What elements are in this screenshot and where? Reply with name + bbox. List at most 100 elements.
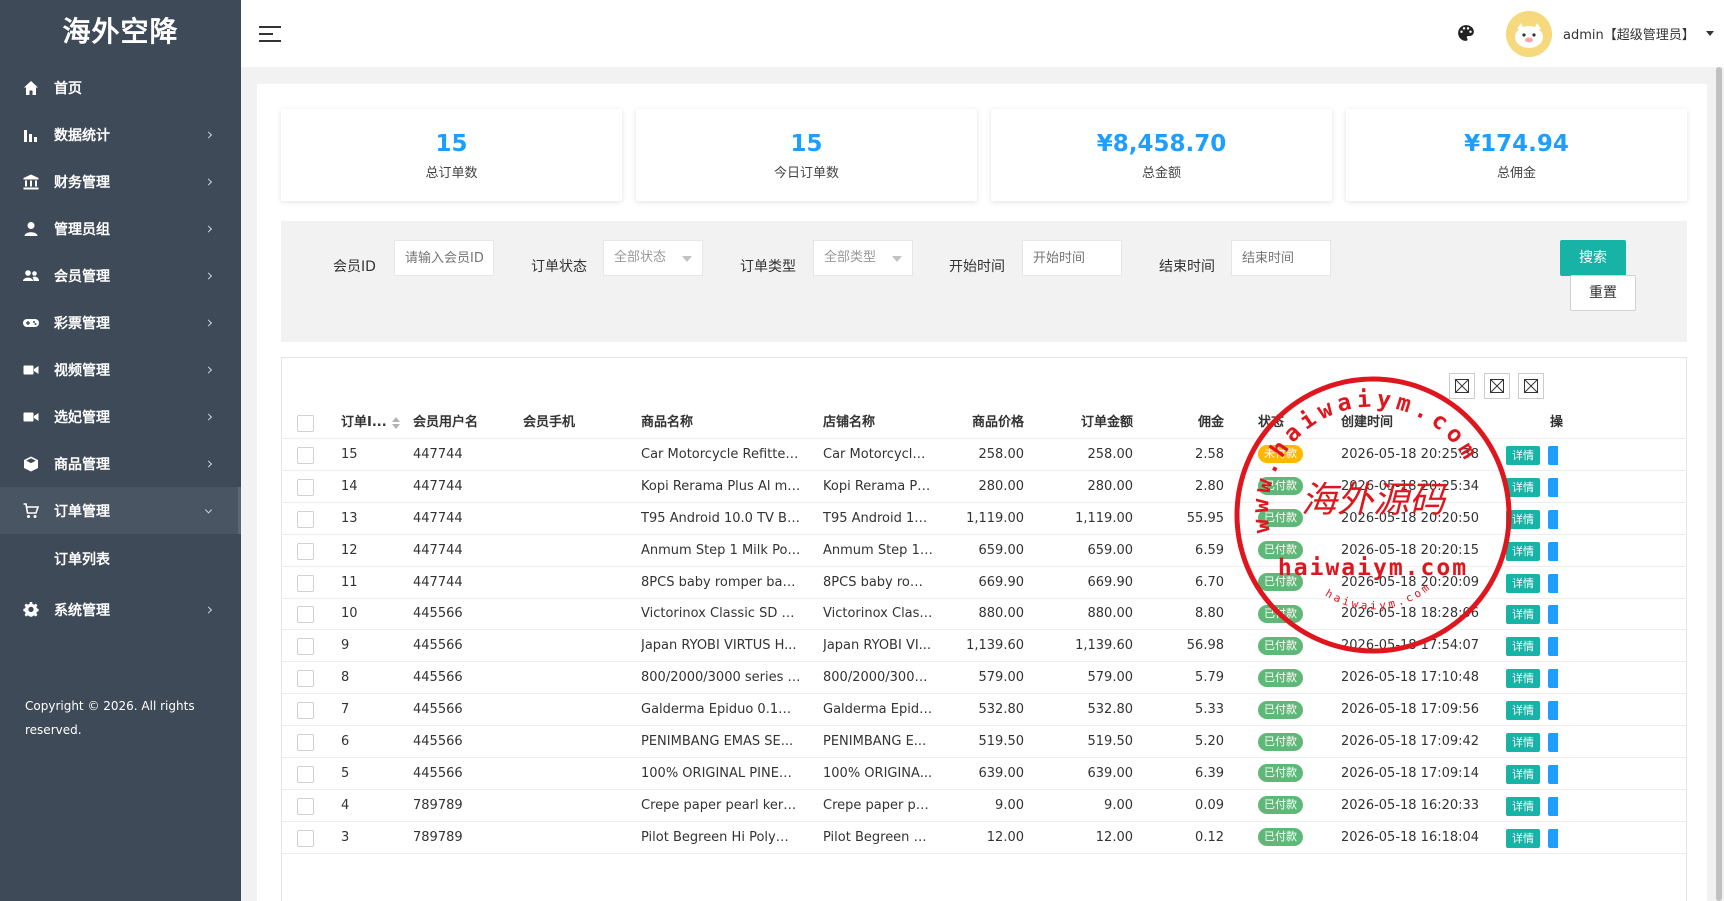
- table-row[interactable]: 9 445566 Japan RYOBI VIRTUS H... Japan RYOB…: [282, 630, 1686, 663]
- sidebar-item-4[interactable]: 会员管理: [0, 252, 241, 299]
- page-scrollbar[interactable]: [1714, 67, 1724, 901]
- table-row[interactable]: 11 447744 8PCS baby romper baby... 8PCS bab…: [282, 567, 1686, 599]
- table-row[interactable]: 15 447744 Car Motorcycle Refitted ... Car M…: [282, 439, 1686, 471]
- palette-icon[interactable]: [1457, 24, 1475, 42]
- row-checkbox[interactable]: [297, 638, 314, 656]
- select-all-checkbox[interactable]: [297, 415, 314, 432]
- scrollbar-thumb[interactable]: [1716, 67, 1722, 901]
- column-header-order-id[interactable]: 订单I...: [341, 407, 411, 439]
- row-checkbox[interactable]: [297, 542, 314, 560]
- end-time-input[interactable]: [1231, 240, 1331, 276]
- hamburger-icon[interactable]: [259, 26, 281, 42]
- row-checkbox[interactable]: [297, 765, 314, 783]
- row-checkbox[interactable]: [297, 510, 314, 528]
- cell-created-time: 2026-05-18 17:09:14: [1341, 765, 1480, 781]
- user-menu[interactable]: admin【超级管理员】: [1563, 24, 1695, 43]
- sidebar-item-7[interactable]: 选妃管理: [0, 393, 241, 440]
- detail-button[interactable]: 详情: [1506, 764, 1540, 784]
- sidebar-item-6[interactable]: 视频管理: [0, 346, 241, 393]
- detail-button[interactable]: 详情: [1506, 445, 1540, 465]
- edit-button[interactable]: [1548, 733, 1558, 752]
- filter-columns-icon[interactable]: [1449, 373, 1475, 399]
- edit-button[interactable]: [1548, 445, 1558, 465]
- table-row[interactable]: 6 445566 PENIMBANG EMAS SE... PENIMBANG E..…: [282, 726, 1686, 758]
- row-checkbox[interactable]: [297, 478, 314, 496]
- edit-button[interactable]: [1548, 828, 1558, 848]
- cell-product: 100% ORIGINAL PINEN...: [641, 765, 801, 781]
- detail-button[interactable]: 详情: [1506, 669, 1540, 689]
- table-row[interactable]: 12 447744 Anmum Step 1 Milk Pow... Anmum St…: [282, 535, 1686, 567]
- cell-product: 8PCS baby romper baby...: [641, 574, 801, 590]
- table-row[interactable]: 3 789789 Pilot Begreen Hi Polyme... Pilot B…: [282, 822, 1686, 854]
- export-icon[interactable]: [1484, 373, 1510, 399]
- edit-button[interactable]: [1548, 541, 1558, 561]
- row-checkbox[interactable]: [297, 797, 314, 815]
- table-row[interactable]: 8 445566 800/2000/3000 series co... 800/200…: [282, 662, 1686, 695]
- edit-button[interactable]: [1548, 637, 1558, 657]
- app-logo[interactable]: 海外空降: [0, 0, 241, 64]
- row-checkbox[interactable]: [297, 606, 314, 624]
- detail-button[interactable]: 详情: [1506, 796, 1540, 816]
- member-id-input[interactable]: [394, 240, 494, 276]
- sidebar-item-0[interactable]: 首页: [0, 64, 241, 111]
- edit-button[interactable]: [1548, 509, 1558, 529]
- reset-button[interactable]: 重置: [1570, 275, 1636, 311]
- detail-button[interactable]: 详情: [1506, 637, 1540, 657]
- cell-commission: 55.95: [1186, 510, 1224, 526]
- avatar[interactable]: [1506, 11, 1552, 57]
- detail-button[interactable]: 详情: [1506, 828, 1540, 848]
- sidebar-item-3[interactable]: 管理员组: [0, 205, 241, 252]
- status-badge: 已付款: [1258, 764, 1303, 783]
- detail-button[interactable]: 详情: [1506, 541, 1540, 561]
- row-checkbox[interactable]: [297, 574, 314, 592]
- print-icon[interactable]: [1518, 373, 1544, 399]
- edit-button[interactable]: [1548, 605, 1558, 625]
- detail-button[interactable]: 详情: [1506, 573, 1540, 593]
- sidebar-item-2[interactable]: 财务管理: [0, 158, 241, 205]
- edit-button[interactable]: [1548, 796, 1558, 816]
- edit-button[interactable]: [1548, 477, 1558, 497]
- main-content: 15 总订单数 15 今日订单数 ¥8,458.70 总金额 ¥174.94 总…: [257, 84, 1707, 901]
- home-icon: [22, 79, 40, 97]
- sidebar-item-9[interactable]: 订单管理: [0, 487, 241, 534]
- submenu-item-order-list[interactable]: 订单列表: [0, 534, 241, 586]
- row-checkbox[interactable]: [297, 829, 314, 847]
- detail-button[interactable]: 详情: [1506, 509, 1540, 529]
- table-row[interactable]: 10 445566 Victorinox Classic SD M... Victor…: [282, 598, 1686, 631]
- sidebar-item-5[interactable]: 彩票管理: [0, 299, 241, 346]
- row-checkbox[interactable]: [297, 670, 314, 688]
- order-status-select[interactable]: 全部状态: [603, 240, 703, 276]
- table-row[interactable]: 7 445566 Galderma Epiduo 0.1%/... Galderma …: [282, 694, 1686, 727]
- sidebar-item-10[interactable]: 系统管理: [0, 586, 241, 633]
- detail-button[interactable]: 详情: [1506, 701, 1540, 721]
- sidebar-item-8[interactable]: 商品管理: [0, 440, 241, 487]
- detail-button[interactable]: 详情: [1506, 733, 1540, 752]
- cell-price: 519.50: [978, 734, 1025, 749]
- sort-icon[interactable]: [391, 416, 400, 429]
- search-button[interactable]: 搜索: [1560, 240, 1626, 276]
- order-type-select[interactable]: 全部类型: [813, 240, 913, 276]
- sidebar-item-1[interactable]: 数据统计: [0, 111, 241, 158]
- edit-button[interactable]: [1548, 573, 1558, 593]
- start-time-input[interactable]: [1022, 240, 1122, 276]
- chevron-right-icon: [204, 412, 213, 421]
- gear-icon: [22, 601, 40, 619]
- table-row[interactable]: 4 789789 Crepe paper pearl kertas... Crepe …: [282, 790, 1686, 822]
- caret-down-icon: [892, 256, 902, 262]
- edit-button[interactable]: [1548, 701, 1558, 721]
- row-checkbox[interactable]: [297, 702, 314, 720]
- sidebar-item-label: 财务管理: [54, 174, 110, 191]
- row-checkbox[interactable]: [297, 734, 314, 751]
- edit-button[interactable]: [1548, 669, 1558, 689]
- table-row[interactable]: 14 447744 Kopi Rerama Plus Al ma... Kopi Re…: [282, 471, 1686, 503]
- sidebar-item-label: 首页: [54, 80, 82, 97]
- edit-button[interactable]: [1548, 764, 1558, 784]
- row-checkbox[interactable]: [297, 446, 314, 464]
- cell-created-time: 2026-05-18 17:09:42: [1341, 734, 1480, 749]
- table-row[interactable]: 5 445566 100% ORIGINAL PINEN... 100% ORIGIN…: [282, 758, 1686, 790]
- table-row[interactable]: 13 447744 T95 Android 10.0 TV Bo... T95 And…: [282, 503, 1686, 535]
- detail-button[interactable]: 详情: [1506, 477, 1540, 497]
- detail-button[interactable]: 详情: [1506, 605, 1540, 625]
- cell-product: Galderma Epiduo 0.1%/...: [641, 702, 801, 718]
- chevron-down-icon[interactable]: [1706, 31, 1714, 36]
